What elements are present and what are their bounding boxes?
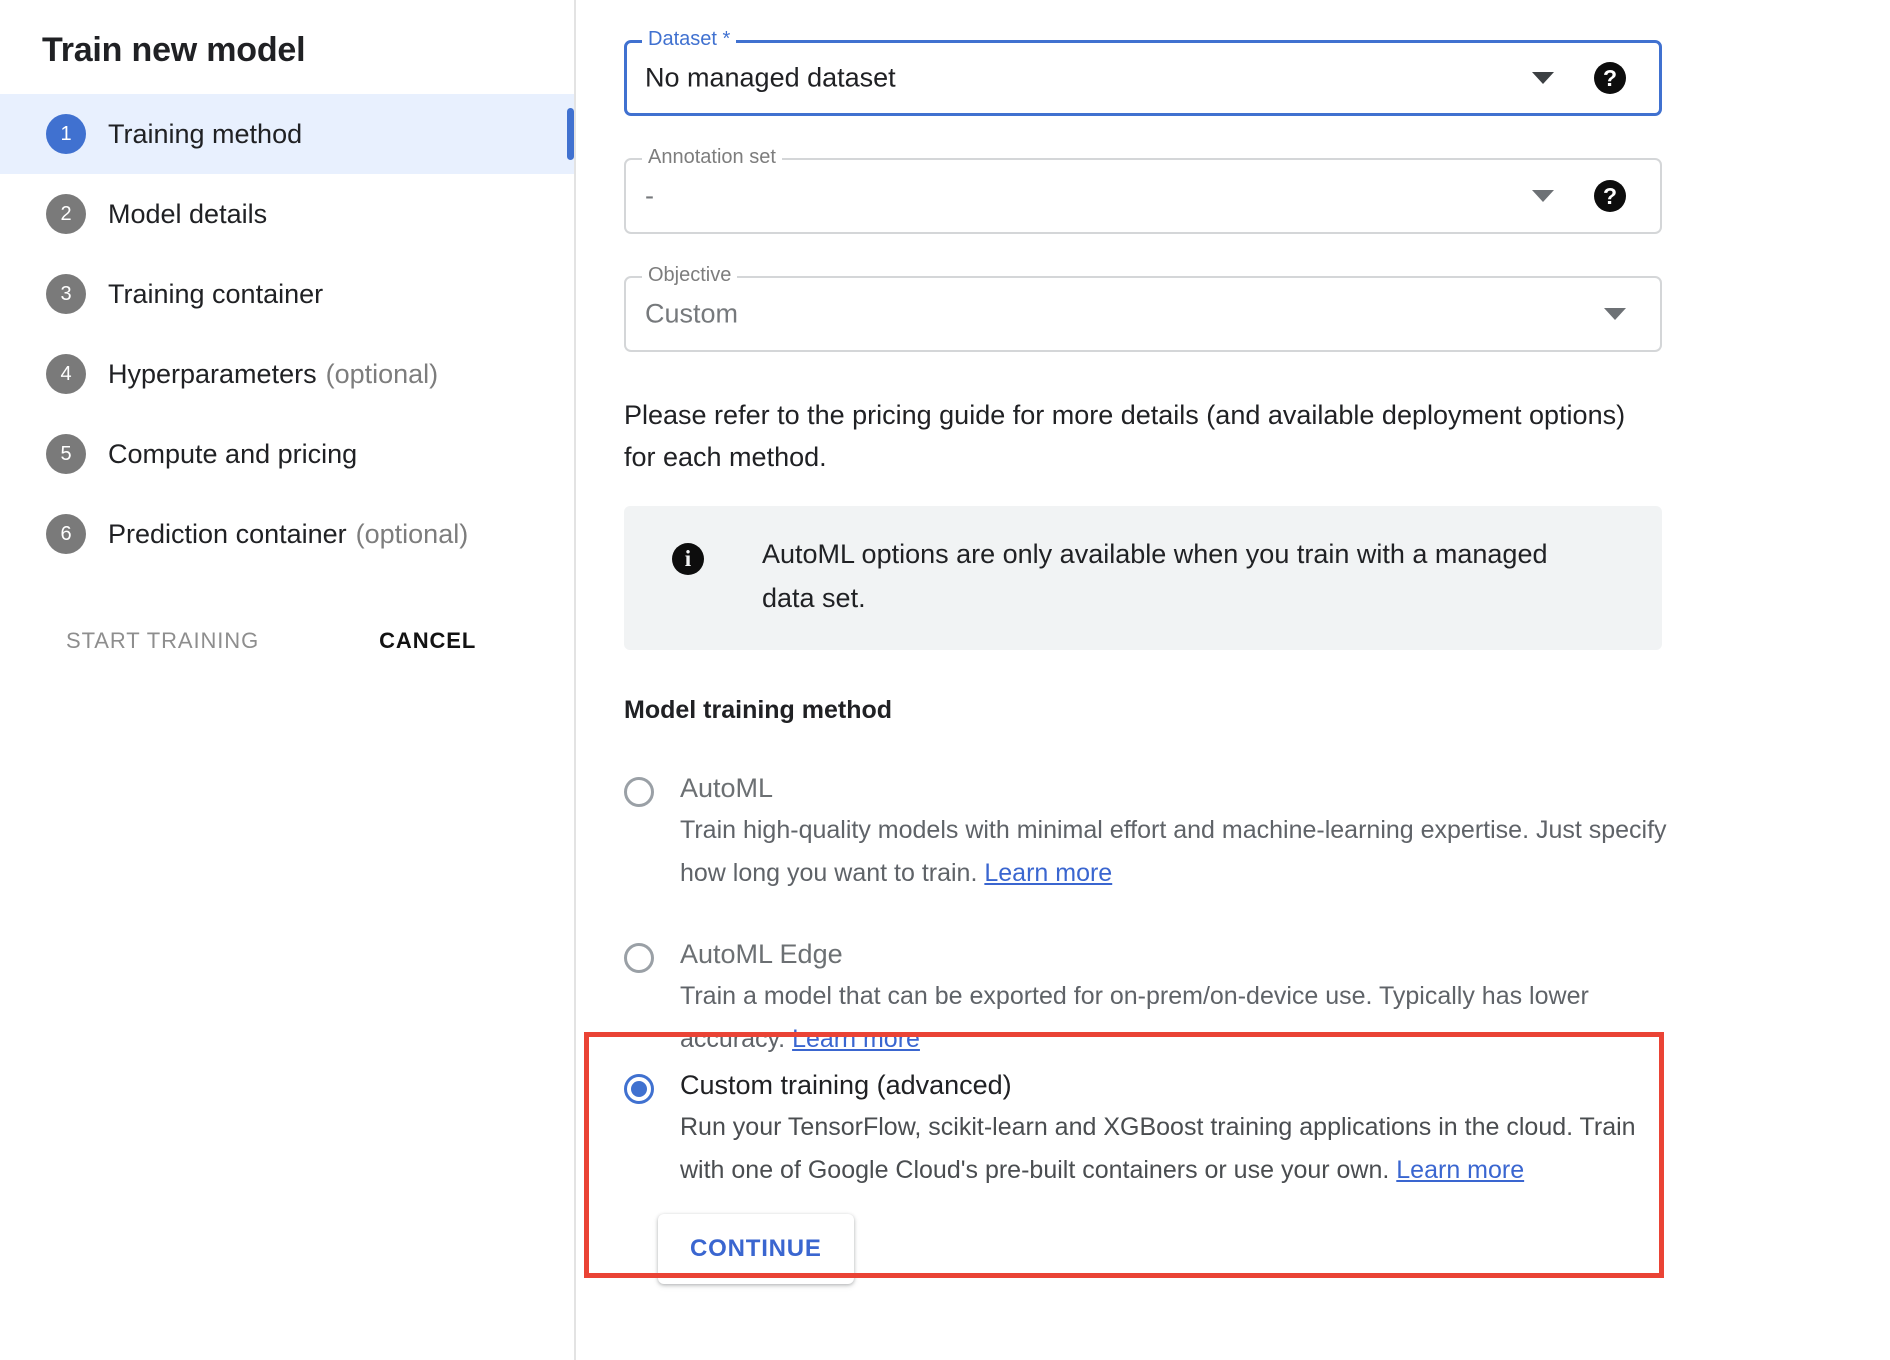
- step-number-badge: 5: [46, 434, 86, 474]
- dataset-select[interactable]: Dataset * No managed dataset ?: [624, 40, 1662, 116]
- radio-option-automl-edge[interactable]: AutoML Edge Train a model that can be ex…: [624, 937, 1890, 1061]
- chevron-down-icon[interactable]: [1532, 72, 1554, 84]
- step-number-badge: 6: [46, 514, 86, 554]
- wizard-content-pane: Dataset * No managed dataset ? Annotatio…: [576, 0, 1890, 1360]
- automl-info-banner: i AutoML options are only available when…: [624, 506, 1662, 650]
- help-circle-icon[interactable]: ?: [1594, 180, 1626, 212]
- sidebar-item-hyperparameters[interactable]: 4 Hyperparameters (optional): [0, 334, 574, 414]
- sidebar-item-label: Compute and pricing: [108, 439, 357, 470]
- sidebar-item-optional-tag: (optional): [356, 519, 469, 550]
- sidebar-item-label: Prediction container: [108, 519, 347, 550]
- radio-description-automl: Train high-quality models with minimal e…: [680, 809, 1690, 895]
- wizard-sidebar: Train new model 1 Training method 2 Mode…: [0, 0, 576, 1360]
- learn-more-link-custom-training[interactable]: Learn more: [1396, 1156, 1524, 1184]
- learn-more-link-automl[interactable]: Learn more: [984, 859, 1112, 887]
- dataset-value: No managed dataset: [645, 63, 896, 94]
- chevron-down-icon[interactable]: [1532, 190, 1554, 202]
- sidebar-item-label: Model details: [108, 199, 267, 230]
- radio-label-automl-edge: AutoML Edge: [680, 937, 1690, 971]
- annotation-set-select[interactable]: Annotation set - ?: [624, 158, 1662, 234]
- sidebar-action-bar: START TRAINING CANCEL: [0, 618, 574, 664]
- objective-label: Objective: [642, 263, 737, 287]
- radio-description-text: Train high-quality models with minimal e…: [680, 816, 1667, 887]
- sidebar-item-training-method[interactable]: 1 Training method: [0, 94, 574, 174]
- step-number-badge: 2: [46, 194, 86, 234]
- sidebar-item-label: Training container: [108, 279, 323, 310]
- train-new-model-page: Train new model 1 Training method 2 Mode…: [0, 0, 1890, 1360]
- sidebar-item-training-container[interactable]: 3 Training container: [0, 254, 574, 334]
- wizard-step-list: 1 Training method 2 Model details 3 Trai…: [0, 94, 574, 574]
- radio-button-automl-edge[interactable]: [624, 943, 654, 973]
- model-training-method-heading: Model training method: [624, 696, 1890, 725]
- radio-label-automl: AutoML: [680, 771, 1690, 805]
- continue-button[interactable]: CONTINUE: [658, 1214, 854, 1284]
- annotation-set-value: -: [645, 181, 654, 212]
- start-training-button[interactable]: START TRAINING: [52, 618, 273, 664]
- radio-option-custom-training[interactable]: Custom training (advanced) Run your Tens…: [624, 1068, 1664, 1192]
- info-circle-icon: i: [672, 543, 704, 575]
- objective-value: Custom: [645, 299, 738, 330]
- radio-body: AutoML Train high-quality models with mi…: [680, 771, 1690, 895]
- radio-body: AutoML Edge Train a model that can be ex…: [680, 937, 1690, 1061]
- info-banner-text: AutoML options are only available when y…: [762, 532, 1602, 620]
- radio-body: Custom training (advanced) Run your Tens…: [680, 1068, 1664, 1192]
- sidebar-item-prediction-container[interactable]: 6 Prediction container (optional): [0, 494, 574, 574]
- cancel-button[interactable]: CANCEL: [365, 618, 490, 664]
- custom-training-section: Custom training (advanced) Run your Tens…: [624, 1068, 1664, 1284]
- pricing-note: Please refer to the pricing guide for mo…: [624, 394, 1654, 478]
- page-title: Train new model: [0, 0, 574, 72]
- radio-label-custom-training: Custom training (advanced): [680, 1068, 1664, 1102]
- sidebar-item-optional-tag: (optional): [326, 359, 439, 390]
- objective-select-box: [624, 276, 1662, 352]
- objective-select[interactable]: Objective Custom: [624, 276, 1662, 352]
- step-number-badge: 3: [46, 274, 86, 314]
- sidebar-item-model-details[interactable]: 2 Model details: [0, 174, 574, 254]
- chevron-down-icon[interactable]: [1604, 308, 1626, 320]
- sidebar-item-compute-and-pricing[interactable]: 5 Compute and pricing: [0, 414, 574, 494]
- radio-description-custom-training: Run your TensorFlow, scikit-learn and XG…: [680, 1106, 1664, 1192]
- active-step-indicator: [567, 108, 574, 160]
- radio-option-automl[interactable]: AutoML Train high-quality models with mi…: [624, 771, 1890, 895]
- radio-button-automl[interactable]: [624, 777, 654, 807]
- step-number-badge: 1: [46, 114, 86, 154]
- training-method-form: Dataset * No managed dataset ? Annotatio…: [576, 0, 1890, 1061]
- help-circle-icon[interactable]: ?: [1594, 62, 1626, 94]
- radio-description-automl-edge: Train a model that can be exported for o…: [680, 975, 1690, 1061]
- annotation-set-select-box: [624, 158, 1662, 234]
- learn-more-link-automl-edge[interactable]: Learn more: [792, 1025, 920, 1053]
- sidebar-item-label: Training method: [108, 119, 302, 150]
- sidebar-item-label: Hyperparameters: [108, 359, 317, 390]
- dataset-label: Dataset *: [642, 27, 736, 51]
- radio-button-custom-training[interactable]: [624, 1074, 654, 1104]
- step-number-badge: 4: [46, 354, 86, 394]
- annotation-set-label: Annotation set: [642, 145, 782, 169]
